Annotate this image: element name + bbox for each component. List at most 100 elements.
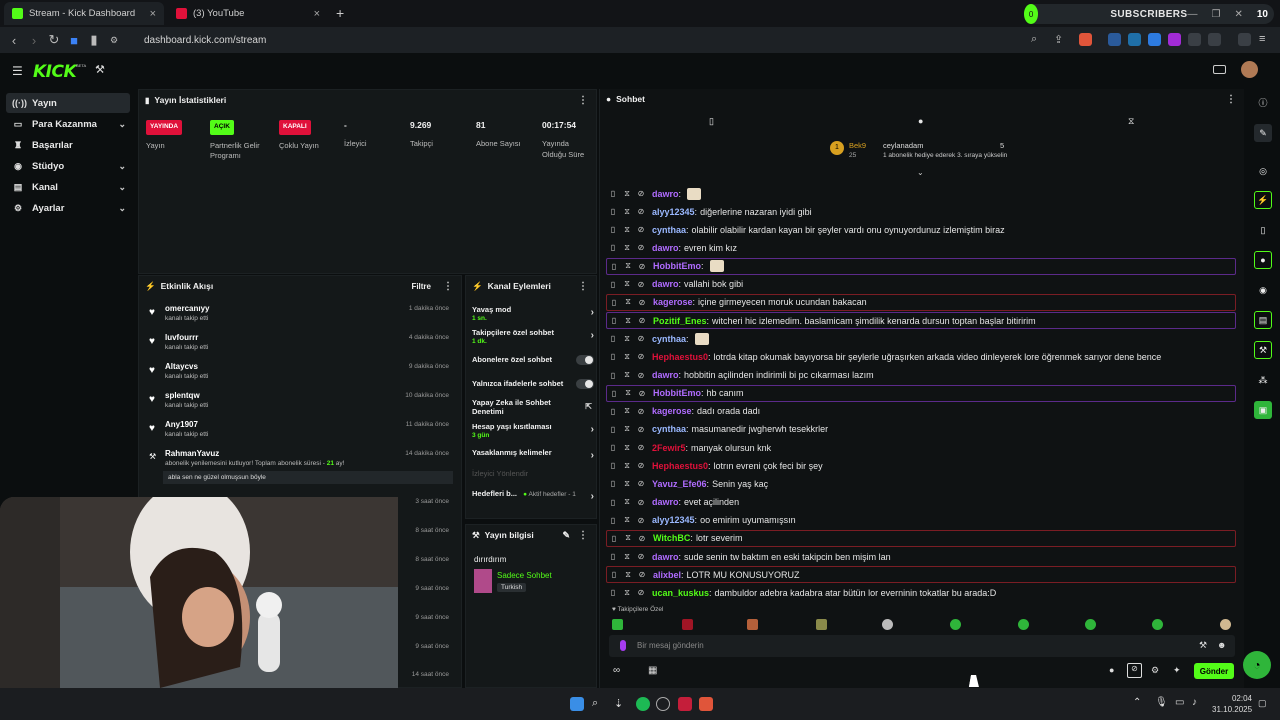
tab-youtube[interactable]: (3) YouTube × — [168, 2, 328, 25]
restore-icon[interactable]: ❐ — [1212, 9, 1221, 20]
trash-icon[interactable]: ▯ — [607, 534, 621, 543]
subscribers-only-toggle[interactable] — [576, 355, 594, 365]
extension-icon[interactable] — [1128, 33, 1141, 46]
chat-input[interactable]: Bir mesaj gönderin ⚒ ☻ — [609, 635, 1235, 657]
activity-user[interactable]: RahmanYavuz — [165, 449, 219, 458]
chat-username[interactable]: kagerose — [652, 406, 692, 416]
chat-message[interactable]: ▯ ⧖ ⊘ dawro: hobbitin açilinden indirimli bi… — [606, 367, 1236, 384]
info-icon[interactable]: ⓘ — [1254, 93, 1272, 111]
ban-icon[interactable]: ⊘ — [634, 425, 648, 434]
chat-message[interactable]: ▯ ⧖ ⊘ WitchBC: lotr severim — [606, 529, 1236, 547]
hammer-icon[interactable]: ⚒ — [95, 63, 105, 76]
url-field[interactable]: dashboard.kick.com/stream — [144, 35, 266, 46]
broadcast-icon[interactable]: ◉ — [1254, 281, 1272, 299]
bookmark-icon[interactable]: ▮ — [84, 32, 104, 48]
edit-icon[interactable]: ✎ — [562, 530, 570, 541]
volume-icon[interactable]: ♪ — [1192, 697, 1197, 708]
tray-chevron-icon[interactable]: ⌃ — [1133, 697, 1141, 708]
chat-message[interactable]: ▯ ⧖ ⊘ alixbel: LOTR MU KONUSUYORUZ — [606, 566, 1236, 584]
chat-username[interactable]: ucan_kuskus — [652, 588, 709, 598]
activity-user[interactable]: luvfourrr — [165, 333, 198, 342]
wrench-icon[interactable]: ⚒ — [1254, 341, 1272, 359]
filter-button[interactable]: Filtre — [411, 282, 431, 291]
app-icon[interactable] — [656, 697, 670, 711]
hourglass-icon[interactable]: ⧖ — [620, 279, 634, 289]
trash-icon[interactable]: ▯ — [606, 189, 620, 198]
ban-icon[interactable]: ⊘ — [634, 207, 648, 216]
second-user[interactable]: ceylanadam — [883, 141, 923, 150]
new-tab-button[interactable]: + — [336, 5, 344, 21]
download-icon[interactable]: ⇣ — [614, 697, 628, 711]
trash-icon[interactable]: ▯ — [606, 207, 620, 216]
hourglass-icon[interactable]: ⧖ — [1128, 116, 1134, 127]
support-chat-icon[interactable]: ◔ — [1243, 651, 1271, 679]
leader-user[interactable]: Bek9 — [849, 141, 866, 150]
lightning-icon[interactable]: ⚡ — [1254, 191, 1272, 209]
ban-icon[interactable]: ⊘ — [634, 334, 648, 343]
menu-icon[interactable]: ≡ — [1259, 33, 1272, 46]
sidebar-item-para-kazanma[interactable]: ▭ Para Kazanma ⌄ — [6, 114, 130, 134]
ban-icon[interactable]: ⊘ — [634, 552, 648, 561]
site-settings-icon[interactable]: ⚙ — [104, 35, 124, 46]
extension-icon[interactable] — [1148, 33, 1161, 46]
activity-user[interactable]: Any1907 — [165, 420, 198, 429]
chat-username[interactable]: dawro — [652, 497, 679, 507]
close-window-icon[interactable]: ✕ — [1234, 9, 1242, 20]
windows-start-icon[interactable] — [570, 697, 584, 711]
brave-icon[interactable] — [699, 697, 713, 711]
trash-icon[interactable]: ▯ — [607, 316, 621, 325]
chat-username[interactable]: Hephaestus0 — [652, 461, 708, 471]
chat-username[interactable]: HobbitEmo — [653, 261, 701, 271]
ban-icon[interactable]: ⊘ — [634, 280, 648, 289]
emote-icon[interactable] — [1152, 619, 1163, 630]
chat-username[interactable]: 2Fewir5 — [652, 443, 686, 453]
more-options-icon[interactable]: ⋮ — [578, 95, 588, 106]
mute-icon[interactable]: ⊘ — [1127, 663, 1142, 678]
list-icon[interactable]: ▤ — [1254, 311, 1272, 329]
ban-icon[interactable]: ⊘ — [634, 225, 648, 234]
chat-bubble-icon[interactable]: ● — [1109, 665, 1114, 675]
hourglass-icon[interactable]: ⧖ — [620, 443, 634, 453]
more-options-icon[interactable]: ⋮ — [578, 530, 588, 541]
extension-icon[interactable] — [1108, 33, 1121, 46]
category-thumbnail[interactable] — [474, 569, 492, 593]
points-icon[interactable]: ∞ — [613, 665, 620, 676]
chat-username[interactable]: dawro — [652, 279, 679, 289]
chat-message[interactable]: ▯ ⧖ ⊘ HobbitEmo: — [606, 257, 1236, 275]
ban-icon[interactable]: ⊘ — [635, 570, 649, 579]
settings-icon[interactable]: ⚙ — [1151, 665, 1159, 676]
category-name[interactable]: Sadece Sohbet — [497, 571, 552, 580]
chat-message[interactable]: ▯ ⧖ ⊘ cynthaa: olabilir olabilir kardan kaya… — [606, 221, 1236, 238]
chat-username[interactable]: dawro — [652, 552, 679, 562]
chat-username[interactable]: Pozitif_Enes — [653, 316, 707, 326]
ban-icon[interactable]: ⊘ — [634, 443, 648, 452]
activity-user[interactable]: Altaycvs — [165, 362, 198, 371]
trash-icon[interactable]: ▯ — [607, 298, 621, 307]
hourglass-icon[interactable]: ⧖ — [620, 189, 634, 199]
close-tab-icon[interactable]: × — [150, 8, 156, 20]
ban-icon[interactable]: ⊘ — [634, 479, 648, 488]
chat-username[interactable]: alixbel — [653, 570, 681, 580]
hourglass-icon[interactable]: ⧖ — [620, 424, 634, 434]
trash-icon[interactable]: ▯ — [606, 516, 620, 525]
action-account-age[interactable]: Hesap yaşı kısıtlaması 3 gün › — [472, 422, 594, 439]
hourglass-icon[interactable]: ⧖ — [620, 370, 634, 380]
hamburger-icon[interactable]: ☰ — [12, 64, 23, 78]
chat-message[interactable]: ▯ ⧖ ⊘ dawro: evren kim kız — [606, 239, 1236, 256]
trash-icon[interactable]: ▯ — [606, 588, 620, 597]
trash-icon[interactable]: ▯ — [606, 352, 620, 361]
ban-icon[interactable]: ⊘ — [634, 461, 648, 470]
chat-bubble-icon[interactable]: ● — [1254, 251, 1272, 269]
chat-bubble-icon[interactable]: ● — [918, 116, 923, 126]
reload-icon[interactable]: ↻ — [44, 32, 64, 48]
trash-icon[interactable]: ▯ — [606, 225, 620, 234]
trash-icon[interactable]: ▯ — [709, 116, 714, 127]
emote-icon[interactable] — [1018, 619, 1029, 630]
ban-icon[interactable]: ⊘ — [634, 407, 648, 416]
share-nodes-icon[interactable]: ⁂ — [1254, 371, 1272, 389]
extension-icon[interactable] — [1168, 33, 1181, 46]
hourglass-icon[interactable]: ⧖ — [620, 243, 634, 253]
spotify-icon[interactable] — [636, 697, 650, 711]
emote-icon[interactable] — [1220, 619, 1231, 630]
hourglass-icon[interactable]: ⧖ — [620, 225, 634, 235]
